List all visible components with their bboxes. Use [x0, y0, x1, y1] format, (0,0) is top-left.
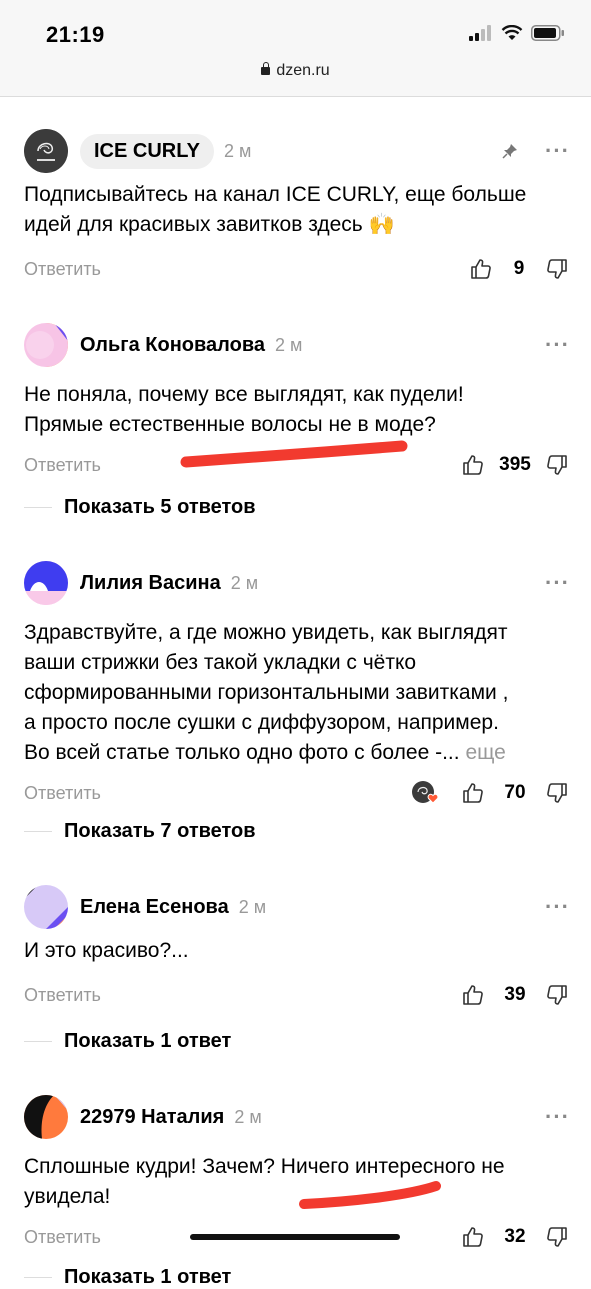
avatar-graphic: [24, 885, 68, 929]
comment-text: Не поняла, почему все выглядят, как пуде…: [24, 383, 464, 436]
reply-button[interactable]: Ответить: [24, 259, 101, 280]
author-liked-badge: [412, 781, 439, 804]
reply-button[interactable]: Ответить: [24, 985, 101, 1006]
show-replies-label[interactable]: Показать 1 ответ: [64, 1266, 231, 1289]
avatar[interactable]: [24, 1095, 68, 1139]
replies-divider: [24, 1041, 52, 1042]
pin-icon: [502, 144, 517, 159]
comment-text: Подписывайтесь на канал ICE CURLY, еще б…: [24, 183, 527, 236]
address-bar[interactable]: dzen.ru: [0, 62, 591, 80]
comment-age: 2 м: [275, 334, 303, 355]
avatar-graphic: [24, 1095, 68, 1139]
author-name[interactable]: Ольга Коновалова: [80, 334, 265, 357]
reply-button[interactable]: Ответить: [24, 455, 101, 476]
author-name[interactable]: Лилия Васина: [80, 572, 221, 595]
comment: 22979 Наталия 2 м ··· Сплошные кудри! За…: [24, 1094, 569, 1252]
avatar[interactable]: [24, 129, 68, 173]
red-underline-annotation: [180, 440, 408, 468]
avatar[interactable]: [24, 561, 68, 605]
browser-header: 21:19 dzen.ru: [0, 0, 591, 97]
like-count: 395: [499, 454, 531, 475]
comment-age: 2 м: [223, 140, 252, 161]
signal-icon: [469, 25, 491, 41]
like-icon[interactable]: [461, 1225, 485, 1249]
url-text: dzen.ru: [276, 62, 330, 79]
dislike-icon[interactable]: [545, 781, 569, 805]
lock-icon: [261, 62, 271, 75]
like-icon[interactable]: [469, 257, 493, 281]
comment: ICE CURLY 2 м ··· Подписывайтесь на кана…: [24, 128, 569, 284]
replies-divider: [24, 507, 52, 508]
more-icon[interactable]: ···: [545, 1106, 569, 1128]
comment-age: 2 м: [230, 572, 259, 593]
red-underline-annotation: [299, 1181, 441, 1209]
dislike-icon[interactable]: [545, 453, 569, 477]
more-icon[interactable]: ···: [545, 572, 569, 594]
battery-icon: [531, 25, 564, 41]
comment-age: 2 м: [234, 1106, 262, 1127]
like-count: 39: [504, 984, 526, 1005]
show-replies-button[interactable]: Показать 5 ответов: [24, 496, 256, 519]
like-count: 32: [504, 1226, 526, 1247]
show-replies-label[interactable]: Показать 1 ответ: [64, 1030, 231, 1053]
dislike-icon[interactable]: [545, 257, 569, 281]
more-icon[interactable]: ···: [545, 896, 569, 918]
dislike-icon[interactable]: [545, 983, 569, 1007]
ice-curly-logo: [24, 129, 68, 173]
author-name[interactable]: 22979 Наталия: [80, 1106, 224, 1129]
like-count: 9: [513, 258, 525, 279]
more-icon[interactable]: ···: [545, 334, 569, 356]
like-icon[interactable]: [461, 983, 485, 1007]
replies-divider: [24, 1277, 52, 1278]
author-name[interactable]: ICE CURLY: [80, 133, 214, 169]
comment: Елена Есенова 2 м ··· И это красиво?... …: [24, 884, 569, 1010]
comment-text: И это красиво?...: [24, 939, 189, 962]
status-icons: [469, 25, 565, 41]
home-indicator[interactable]: [190, 1234, 400, 1240]
expand-text-link[interactable]: еще: [465, 741, 505, 764]
like-icon[interactable]: [461, 781, 485, 805]
show-replies-button[interactable]: Показать 1 ответ: [24, 1266, 231, 1289]
like-icon[interactable]: [461, 453, 485, 477]
more-icon[interactable]: ···: [545, 140, 569, 162]
avatar[interactable]: [24, 885, 68, 929]
dislike-icon[interactable]: [545, 1225, 569, 1249]
replies-divider: [24, 831, 52, 832]
like-count: 70: [504, 782, 526, 803]
author-name[interactable]: Елена Есенова: [80, 896, 229, 919]
reply-button[interactable]: Ответить: [24, 783, 101, 804]
comment: Лилия Васина 2 м ··· Здравствуйте, а где…: [24, 560, 569, 808]
comment-age: 2 м: [238, 896, 267, 917]
show-replies-label[interactable]: Показать 7 ответов: [64, 820, 256, 843]
wifi-icon: [501, 25, 523, 40]
status-time: 21:19: [46, 22, 105, 47]
show-replies-button[interactable]: Показать 1 ответ: [24, 1030, 231, 1053]
avatar-graphic: [24, 561, 68, 605]
avatar-graphic: [24, 323, 68, 367]
reply-button[interactable]: Ответить: [24, 1227, 101, 1248]
show-replies-button[interactable]: Показать 7 ответов: [24, 820, 256, 843]
comment-text: Здравствуйте, а где можно увидеть, как в…: [24, 621, 509, 764]
avatar[interactable]: [24, 323, 68, 367]
show-replies-label[interactable]: Показать 5 ответов: [64, 496, 256, 519]
